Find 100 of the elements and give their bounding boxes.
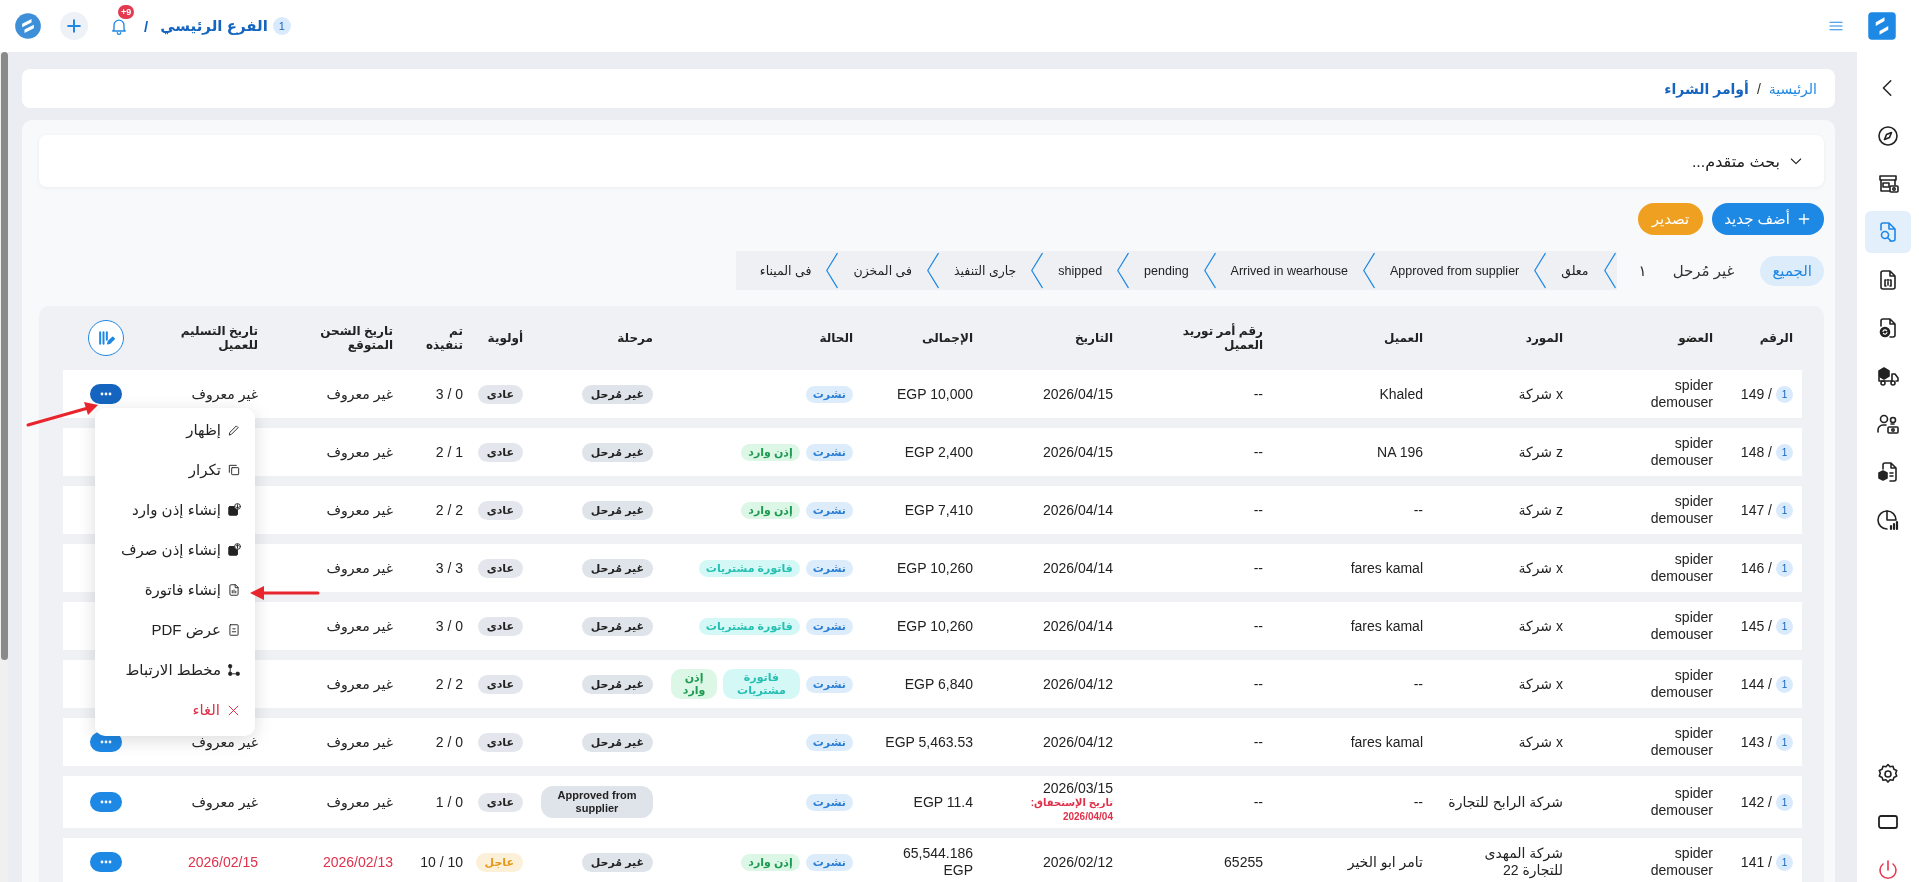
supplier-name: شركة x	[1518, 617, 1563, 635]
stage-tag: غير مُرحل	[581, 384, 653, 404]
priority-tag: عادى	[477, 558, 523, 578]
menu-item[interactable]: مخطط الارتباط	[95, 650, 255, 690]
status-tag: نشرت	[805, 385, 853, 403]
supplier-name: شركة المهدى للتجارة 22	[1483, 845, 1563, 879]
status-tag: نشرت	[805, 501, 853, 519]
expected-shipping-date: غير معروف	[326, 794, 393, 810]
customer-order-number: --	[1253, 502, 1263, 518]
order-date: 2026/04/12	[1042, 734, 1113, 750]
stage-step[interactable]: shipped	[1044, 251, 1131, 290]
supplier-name: شركة x	[1518, 675, 1563, 693]
status-tag: نشرت	[805, 733, 853, 751]
customer-name: --	[1413, 676, 1423, 692]
order-number[interactable]: 144 /	[1740, 676, 1772, 692]
status-tag: نشرت	[805, 617, 853, 635]
priority-tag: عادى	[477, 500, 523, 520]
order-date: 2026/04/14	[1042, 502, 1113, 518]
member-name: spider demouser	[1649, 725, 1713, 759]
menu-item[interactable]: إنشاء فاتورة	[95, 570, 255, 610]
member-name: spider demouser	[1649, 377, 1713, 411]
menu-item[interactable]: عرض PDF	[95, 610, 255, 650]
due-date: 2026/04/04	[1062, 810, 1113, 824]
order-number[interactable]: 146 /	[1740, 560, 1772, 576]
branch-badge: 1	[1776, 385, 1793, 403]
branch-badge: 1	[1776, 853, 1793, 871]
customer-order-number: --	[1253, 618, 1263, 634]
stage-step[interactable]: pending	[1130, 251, 1217, 290]
status-tag: فاتورة مشتريات	[723, 669, 800, 699]
status-tag: نشرت	[805, 559, 853, 577]
column-header: الإجمالى	[922, 331, 973, 345]
menu-item[interactable]: تكرار	[95, 450, 255, 490]
customer-name: --	[1413, 794, 1423, 810]
menu-item[interactable]: الغاء	[95, 690, 255, 730]
status-tag: نشرت	[805, 675, 853, 693]
order-total: EGP 10,260	[896, 617, 973, 635]
fulfilled-count: 10 / 10	[420, 854, 463, 870]
customer-name: fares kamal	[1350, 618, 1423, 634]
customer-order-number: --	[1253, 444, 1263, 460]
stage-step[interactable]: فى الميناء	[745, 251, 840, 290]
branch-badge: 1	[1776, 617, 1793, 635]
priority-tag: عادى	[477, 442, 523, 462]
order-total: EGP 5,463.53	[885, 733, 973, 751]
filter-tab[interactable]: غير مُرحل	[1660, 255, 1747, 286]
order-date: 2026/03/15	[1042, 780, 1113, 796]
expected-shipping-date: غير معروف	[326, 502, 393, 518]
order-number[interactable]: 141 /	[1740, 854, 1772, 870]
status-tag: فاتورة مشتريات	[698, 559, 800, 577]
breadcrumb-current: أوامر الشراء	[1664, 80, 1749, 97]
customer-name: NA 196	[1377, 444, 1423, 460]
expected-shipping-date: غير معروف	[326, 444, 393, 460]
order-number[interactable]: 149 /	[1740, 386, 1772, 402]
breadcrumb-link[interactable]: الرئيسية	[1768, 80, 1817, 97]
fulfilled-count: 2 / 1	[435, 444, 463, 460]
column-header: الرقم	[1759, 331, 1793, 345]
branch-badge: 1	[1776, 733, 1793, 751]
expected-shipping-date: غير معروف	[326, 560, 393, 576]
stage-step[interactable]: Arrived in wearhouse	[1216, 251, 1377, 290]
order-number[interactable]: 143 /	[1740, 734, 1772, 750]
advanced-search-toggle[interactable]: بحث متقدم...	[39, 135, 1824, 187]
customer-order-number: --	[1253, 560, 1263, 576]
branch-badge: 1	[1776, 675, 1793, 693]
stage-tag: غير مُرحل	[581, 732, 653, 752]
stage-step[interactable]: معلق	[1547, 251, 1617, 290]
supplier-name: شركة z	[1518, 501, 1563, 519]
customer-name: fares kamal	[1350, 734, 1423, 750]
stage-step[interactable]: Approved from supplier	[1376, 251, 1548, 290]
menu-item[interactable]: إظهار	[95, 410, 255, 450]
order-total: EGP 7,410	[904, 501, 973, 519]
status-tag: إذن وارد	[741, 853, 800, 871]
order-number[interactable]: 148 /	[1740, 444, 1772, 460]
delivery-date: 2026/02/15	[187, 854, 258, 870]
status-tag: إذن وارد	[671, 669, 718, 699]
breadcrumb-separator: /	[144, 17, 149, 35]
menu-item[interactable]: إنشاء إذن صرف	[95, 530, 255, 570]
due-date-label: تاريخ الإستحقاق:	[1030, 796, 1113, 810]
order-number[interactable]: 145 /	[1740, 618, 1772, 634]
priority-tag: عادى	[477, 792, 523, 812]
customer-name: --	[1413, 502, 1423, 518]
priority-tag: عادى	[477, 674, 523, 694]
supplier-name: شركة الرابح للتجارة	[1448, 793, 1563, 811]
order-total: EGP 6,840	[904, 675, 973, 693]
menu-item[interactable]: إنشاء إذن وارد	[95, 490, 255, 530]
column-header: العميل	[1383, 331, 1423, 345]
order-total: EGP 10,000	[896, 385, 973, 403]
add-new-button[interactable]: أضف جديد	[1712, 203, 1824, 235]
order-total: 65,544.186 EGP	[901, 845, 973, 879]
order-date: 2026/02/12	[1042, 854, 1113, 870]
column-header: تاريخ الشحن المتوقع	[319, 324, 393, 352]
order-date: 2026/04/14	[1042, 560, 1113, 576]
stage-step[interactable]: فى المخزن	[839, 251, 940, 290]
customer-name: تامر ابو الخير	[1347, 854, 1423, 870]
expected-shipping-date: غير معروف	[326, 734, 393, 750]
order-date: 2026/04/15	[1042, 444, 1113, 460]
order-number[interactable]: 147 /	[1740, 502, 1772, 518]
member-name: spider demouser	[1649, 609, 1713, 643]
stage-step[interactable]: جارى التنفيذ	[940, 251, 1045, 290]
customer-name: fares kamal	[1350, 560, 1423, 576]
order-date: 2026/04/14	[1042, 618, 1113, 634]
order-number[interactable]: 142 /	[1740, 794, 1772, 810]
